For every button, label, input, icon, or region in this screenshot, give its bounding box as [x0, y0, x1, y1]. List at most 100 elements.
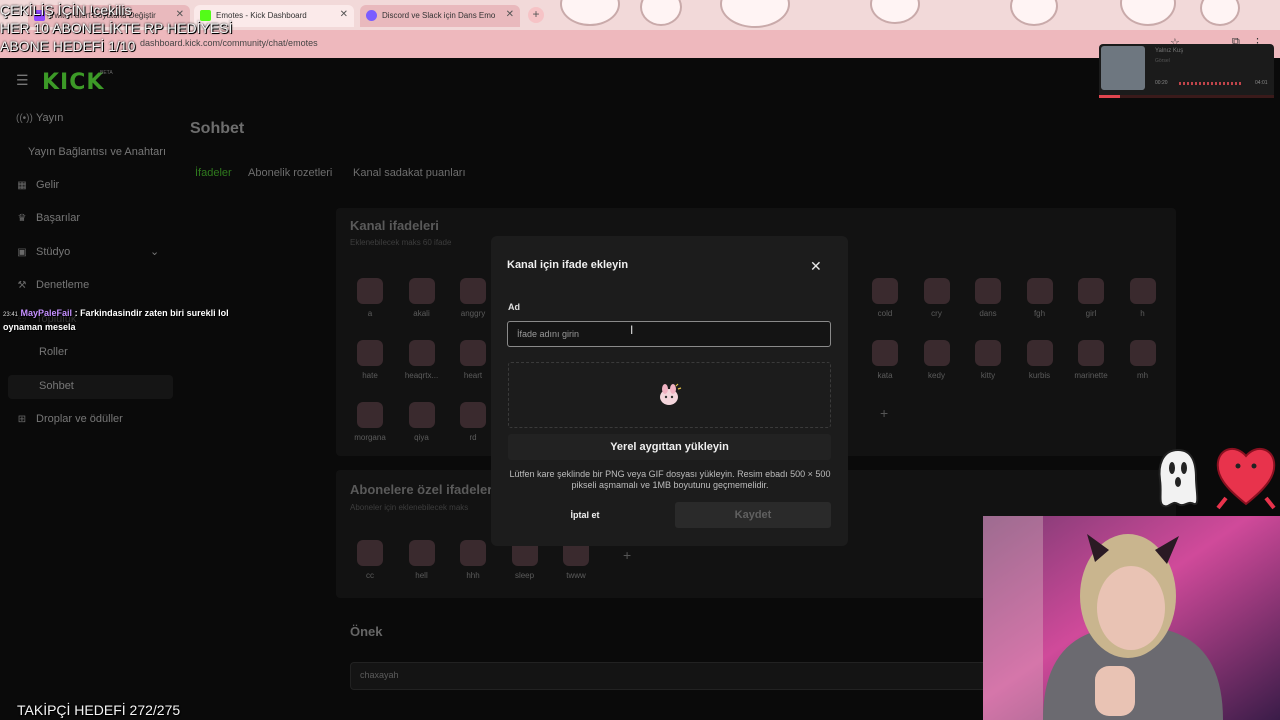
close-icon[interactable]: ✕	[506, 9, 514, 20]
broadcast-icon: ((•))	[16, 112, 33, 124]
cancel-button[interactable]: İptal et	[540, 503, 630, 527]
wallpaper-doodle	[870, 0, 920, 24]
emote-image	[1078, 278, 1104, 304]
emote-item[interactable]: cold	[863, 278, 907, 318]
emote-name-input[interactable]	[507, 321, 831, 347]
nav-active-highlight	[8, 375, 173, 399]
emote-label: cold	[877, 309, 893, 318]
discord-icon	[366, 10, 377, 21]
emote-item[interactable]: kitty	[966, 340, 1010, 380]
sub-emote-item[interactable]: hhh	[451, 540, 495, 580]
emote-image	[923, 278, 950, 304]
emote-item[interactable]: kedy	[915, 340, 959, 380]
emote-label: akali	[413, 309, 430, 318]
emote-item[interactable]: cry	[915, 278, 959, 318]
prefix-value: chaxayah	[360, 670, 399, 680]
wallpaper-doodle	[1200, 0, 1240, 26]
emote-item[interactable]: akali	[400, 278, 444, 318]
emote-item[interactable]: kurbis	[1018, 340, 1062, 380]
sidebar-item-label: Stüdyo	[36, 246, 71, 258]
emote-label: heart	[463, 371, 483, 380]
sidebar-item-roller[interactable]: Roller	[39, 346, 68, 358]
emote-item[interactable]: heaqrtx...	[400, 340, 444, 380]
emote-label: kata	[877, 371, 893, 380]
webcam-feed	[983, 516, 1280, 720]
sub-emote-item[interactable]: sleep	[503, 540, 547, 580]
emote-item[interactable]: girl	[1069, 278, 1113, 318]
tab-abonelik-rozetleri[interactable]: Abonelik rozetleri	[248, 167, 332, 179]
sub-emote-item[interactable]: hell	[400, 540, 444, 580]
sidebar-item-studyo[interactable]: ▣ Stüdyo	[16, 246, 70, 258]
emote-item[interactable]: dans	[966, 278, 1010, 318]
emote-item[interactable]: mh	[1121, 340, 1165, 380]
emote-item[interactable]: rd	[451, 402, 495, 442]
wallpaper-doodle	[1010, 0, 1058, 26]
emote-label: kurbis	[1028, 371, 1051, 380]
emote-image	[1026, 340, 1053, 366]
sidebar-item-stream-key[interactable]: Yayın Bağlantısı ve Anahtarı	[28, 146, 166, 158]
emote-preview-icon	[660, 383, 682, 405]
new-tab-button[interactable]: +	[528, 7, 544, 23]
media-player[interactable]: Yalnız Kuş Görsel 00:20 04:01	[1099, 44, 1274, 98]
emote-label: anggry	[460, 309, 486, 318]
save-button[interactable]: Kaydet	[675, 502, 831, 528]
sidebar-item-label: Gelir	[36, 179, 60, 191]
emote-item[interactable]: fgh	[1018, 278, 1062, 318]
sub-emotes-subtitle: Aboneler için eklenebilecek maks	[350, 503, 469, 512]
emote-label: twww	[566, 571, 586, 580]
emote-item[interactable]: a	[348, 278, 392, 318]
media-waveform[interactable]	[1179, 82, 1241, 85]
url-text[interactable]: dashboard.kick.com/community/chat/emotes	[140, 38, 318, 48]
emote-item[interactable]: h	[1121, 278, 1165, 318]
sidebar-item-denetleme[interactable]: ⚒ Denetleme	[16, 279, 90, 291]
sidebar-item-basarilar[interactable]: ♛ Başarılar	[16, 212, 81, 224]
kick-logo[interactable]: KICK	[42, 70, 104, 95]
upload-dropzone[interactable]	[508, 362, 831, 428]
close-icon[interactable]: ✕	[810, 258, 822, 275]
sidebar-item-sohbet[interactable]: Sohbet	[39, 380, 74, 392]
emote-label: hell	[415, 571, 428, 580]
emote-item[interactable]: hate	[348, 340, 392, 380]
sub-emote-item[interactable]: twww	[554, 540, 598, 580]
close-icon[interactable]: ✕	[176, 9, 184, 20]
tab-kanal-sadakat-puanlari[interactable]: Kanal sadakat puanları	[353, 167, 466, 179]
chevron-down-icon[interactable]: ⌄	[150, 245, 159, 258]
sidebar-item-gelir[interactable]: ▦ Gelir	[16, 179, 59, 191]
emote-item[interactable]: anggry	[451, 278, 495, 318]
browser-tab[interactable]: Discord ve Slack için Dans Emo ✕	[360, 5, 520, 27]
wallpaper-doodle	[1120, 0, 1176, 26]
close-icon[interactable]: ✕	[340, 9, 348, 20]
channel-emotes-subtitle: Eklenebilecek maks 60 ifade	[350, 238, 452, 247]
media-progress-track[interactable]	[1099, 95, 1274, 98]
emote-image	[460, 540, 486, 566]
emote-label: qiya	[414, 433, 429, 442]
wallpaper-doodle	[640, 0, 682, 26]
emote-label: kitty	[980, 371, 996, 380]
sidebar-item-label: Roller	[39, 346, 68, 358]
add-emote-button[interactable]: +	[880, 405, 888, 421]
emote-item[interactable]: morgana	[348, 402, 392, 442]
ghost-sticker	[1158, 448, 1199, 508]
emote-item[interactable]: marinette	[1069, 340, 1113, 380]
emote-image	[408, 402, 435, 428]
emote-image	[1026, 278, 1053, 304]
emote-image	[1129, 278, 1156, 304]
emote-image	[1129, 340, 1156, 366]
emote-item[interactable]: kata	[863, 340, 907, 380]
album-art	[1101, 46, 1145, 90]
add-sub-emote-button[interactable]: +	[623, 547, 631, 563]
emote-image	[975, 340, 1001, 366]
emote-label: girl	[1085, 309, 1097, 318]
sidebar-item-yayin[interactable]: ((•)) Yayın	[16, 112, 63, 124]
upload-from-device-button[interactable]: Yerel aygıttan yükleyin	[508, 434, 831, 460]
emote-item[interactable]: heart	[451, 340, 495, 380]
emote-image	[408, 340, 435, 366]
hamburger-icon[interactable]: ☰	[16, 72, 29, 89]
upload-help-text: Lütfen kare şeklinde bir PNG veya GIF do…	[509, 469, 831, 490]
sub-emote-item[interactable]: cc	[348, 540, 392, 580]
emote-item[interactable]: qiya	[400, 402, 444, 442]
sidebar-item-label: Başarılar	[36, 212, 81, 224]
sidebar-item-droplar[interactable]: ⊞ Droplar ve ödüller	[16, 413, 123, 425]
tab-ifadeler[interactable]: İfadeler	[195, 167, 232, 179]
emote-label: hhh	[466, 571, 480, 580]
